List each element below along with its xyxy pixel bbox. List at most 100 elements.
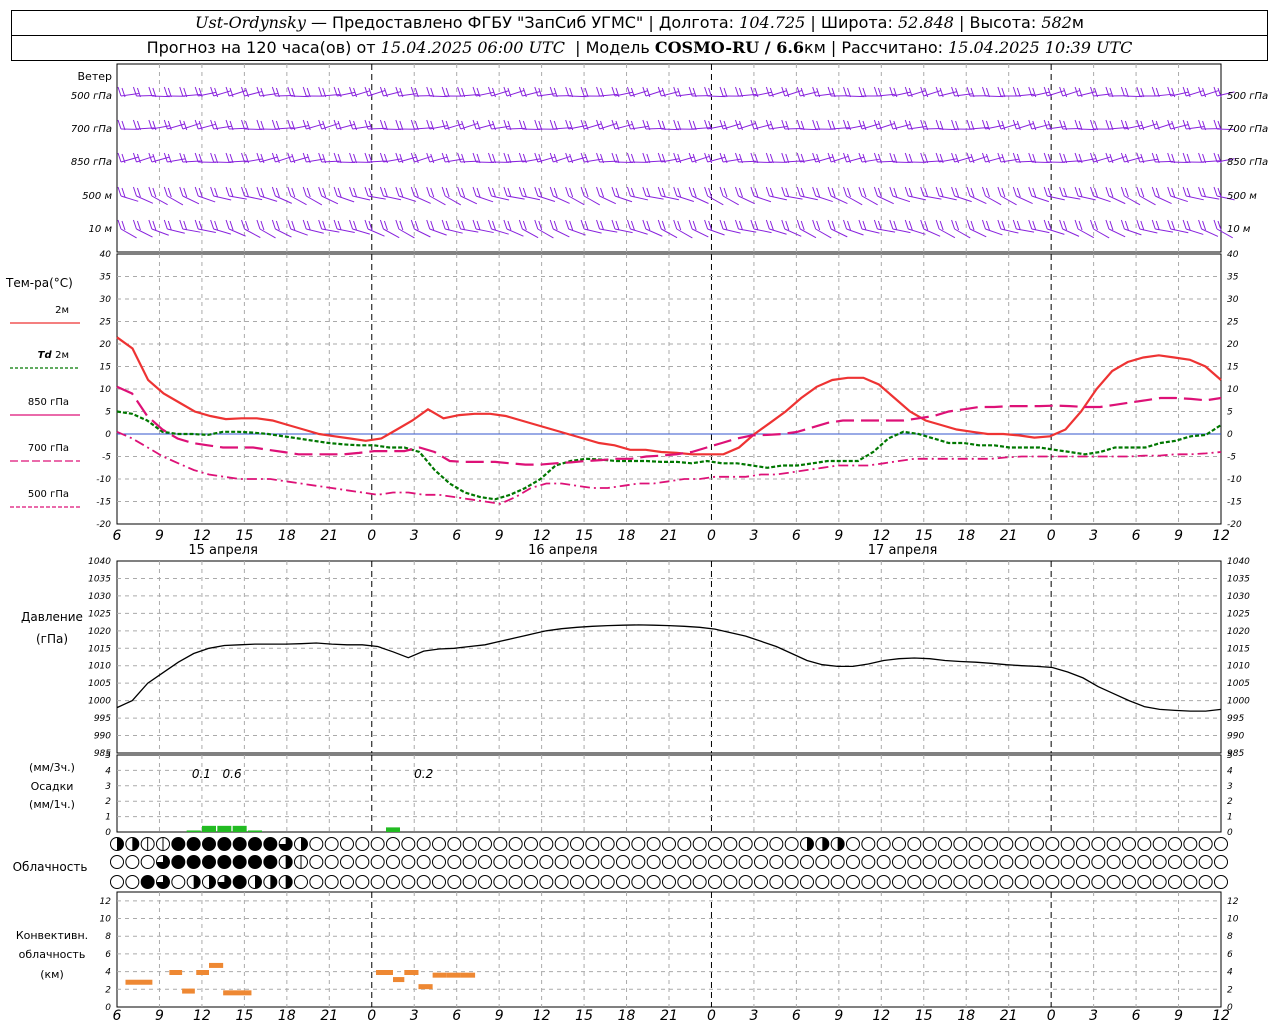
cloud-circle [600,855,615,869]
cloud-circle [1014,875,1029,889]
wind-barb [753,195,772,203]
wind-barb-feather [194,186,199,197]
wind-barb-feather [1043,152,1048,163]
temp-xtick: 9 [495,528,504,544]
legend-text: 700 гПа [28,443,69,454]
wind-barb [1047,195,1065,201]
cloud-circle [800,875,814,889]
wind-barb-feather [1090,186,1094,197]
wind-barb-feather [488,186,492,197]
wind-barb-feather [333,219,338,230]
wind-barb-feather [873,86,878,97]
wind-barb-feather [1202,187,1207,198]
wind-barb [969,195,987,205]
wind-barb [305,195,323,206]
cloud-circle [370,837,385,851]
wind-barb [738,195,755,205]
cloud-circle [1198,855,1213,869]
wind-barb-feather [657,186,662,197]
cloud-circle [922,837,937,851]
wind-barb-feather [611,152,616,163]
convective-ytick-right: 2 [1227,985,1233,995]
temp-ytick-right: 0 [1227,430,1233,440]
wind-barb-feather [1120,219,1125,230]
wind-barb [228,228,246,237]
temp-ytick-left: 30 [100,295,112,305]
wind-level-right: 500 гПа [1227,91,1268,102]
temp-xtick: 21 [320,528,338,544]
wind-barb-feather [148,219,153,230]
wind-barb-feather [260,220,265,231]
precip-ytick-left: 1 [105,813,111,823]
wind-barb-feather [1136,186,1141,197]
wind-barb-feather [1001,187,1006,198]
wind-barb-feather [847,220,851,231]
cloud-circle [1106,855,1121,869]
cloud-circle [508,855,523,869]
cloud-fill-half [117,837,124,851]
cloudiness-panel [110,837,1228,889]
cloud-circle [723,837,738,851]
wind-barb-feather [1043,186,1048,197]
wind-level-left: 850 гПа [71,157,112,168]
wind-barb-feather [256,152,261,163]
wind-barb-feather [121,220,126,231]
wind-barb [290,195,307,206]
pressure-ytick-left: 1010 [88,662,111,672]
cloud-circle [401,855,416,869]
legend-prefix: Td [38,350,55,361]
temp-ytick-left: -20 [96,520,111,530]
wind-barb-feather [843,186,847,197]
pressure-ytick-left: 1040 [88,557,111,567]
precip-ytick-right: 0 [1227,828,1233,838]
wind-barb-feather [704,86,709,97]
wind-barb-feather [920,219,925,230]
cloud-circle [386,855,400,869]
wind-barb-feather [302,186,307,197]
temp-xtick: 0 [1047,528,1056,544]
wind-barb-feather [781,152,786,163]
wind-barb [352,228,370,235]
wind-barb-feather [445,187,450,198]
wind-barb-feather [970,187,975,198]
wind-barb-feather [518,119,523,130]
wind-barb-feather [734,86,739,97]
cloud-title: Облачность [13,860,88,874]
legend-text: 850 гПа [28,397,69,408]
convective-xtick: 21 [1000,1008,1018,1024]
wind-barb-feather [522,220,527,231]
wind-barb-feather [518,219,523,230]
wind-barb [707,95,726,98]
wind-barb-feather [1078,220,1083,231]
wind-barb-feather [1059,152,1064,163]
cloud-circle [738,875,753,889]
wind-barb-feather [600,220,605,231]
cloud-circle [554,855,569,869]
wind-barb-feather [750,186,755,197]
meteogram: 40 4035 3530 3025 2520 2015 1510 105 50 0-5 -5-10-… [5,63,1268,1024]
wind-barb [1062,195,1081,200]
wind-barb-feather [152,220,157,231]
wind-barb-feather [843,219,847,230]
wind-barb-feather [148,186,153,197]
temp-ytick-left: -15 [96,498,111,508]
cloud-circle [999,837,1014,851]
wind-barb-feather [1151,86,1156,97]
wind-barb-feather [688,219,693,230]
temp-xtick: 18 [957,528,975,544]
pressure-ytick-right: 1005 [1227,679,1250,689]
wind-barb-feather [1012,186,1017,197]
cloud-fill-full [171,837,185,851]
temp-ytick-left: 5 [105,408,111,418]
wind-barb [429,228,447,236]
wind-barb-feather [626,186,631,197]
precip-bar [186,830,201,832]
cloud-circle [1076,837,1090,851]
pressure-ytick-left: 1005 [88,679,111,689]
cloud-fill-full [248,855,262,869]
cloud-circle [401,837,416,851]
cloud-circle [1214,875,1228,889]
wind-barb [275,228,292,238]
wind-barb-feather [271,119,276,130]
pressure-ytick-left: 990 [94,732,111,742]
